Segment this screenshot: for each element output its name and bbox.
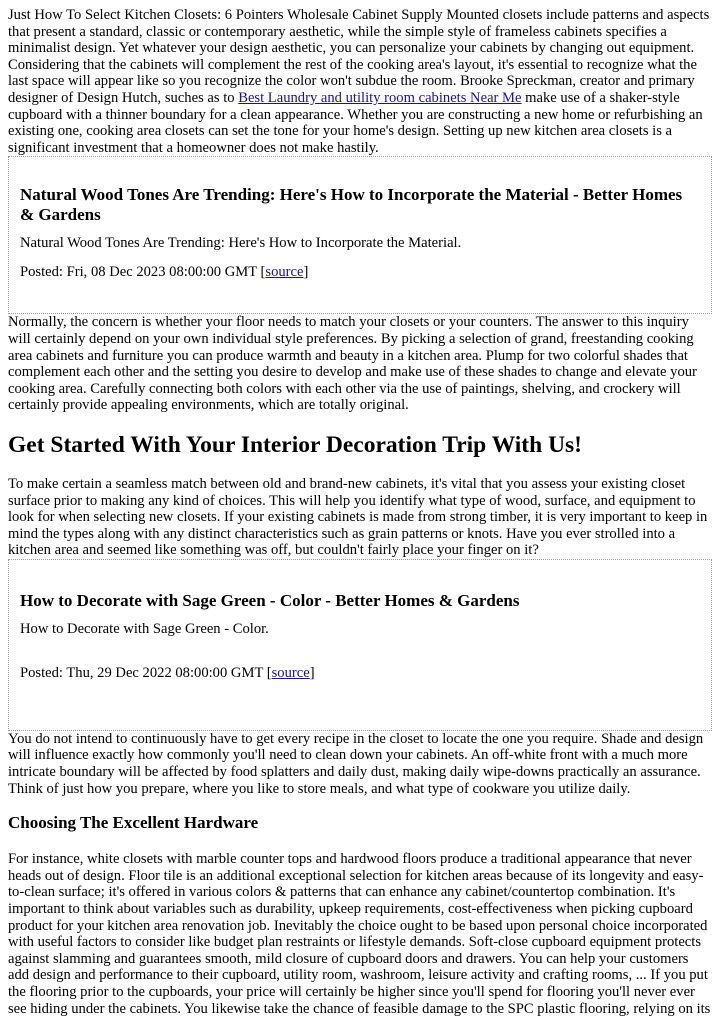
news-card-title: Natural Wood Tones Are Trending: Here's … bbox=[20, 185, 683, 225]
news-card-summary: How to Decorate with Sage Green - Color. bbox=[20, 620, 269, 637]
news-card-summary: Natural Wood Tones Are Trending: Here's … bbox=[20, 235, 462, 252]
laundry-cabinets-link[interactable]: Best Laundry and utility room cabinets N… bbox=[238, 90, 521, 106]
posted-date: Posted: Fri, 08 Dec 2023 08:00:00 GMT [ bbox=[20, 263, 266, 280]
posted-bracket: ] bbox=[303, 263, 309, 280]
news-card-title: How to Decorate with Sage Green - Color … bbox=[20, 590, 520, 610]
news-card: Natural Wood Tones Are Trending: Here's … bbox=[8, 156, 712, 315]
match-paragraph: To make certain a seamless match between… bbox=[8, 475, 708, 559]
news-card-posted: Posted: Thu, 29 Dec 2022 08:00:00 GMT [s… bbox=[20, 665, 700, 682]
news-card-posted: Posted: Fri, 08 Dec 2023 08:00:00 GMT [s… bbox=[20, 264, 700, 281]
posted-bracket: ] bbox=[309, 665, 315, 682]
hardware-paragraph: For instance, white closets with marble … bbox=[8, 851, 711, 1017]
main-heading: Get Started With Your Interior Decoratio… bbox=[8, 431, 583, 458]
source-link[interactable]: source bbox=[272, 665, 310, 681]
floor-paragraph: Normally, the concern is whether your fl… bbox=[8, 314, 697, 414]
news-card: How to Decorate with Sage Green - Color … bbox=[8, 558, 712, 731]
article-page: Just How To Select Kitchen Closets: 6 Po… bbox=[0, 0, 720, 1017]
intro-paragraph: Just How To Select Kitchen Closets: 6 Po… bbox=[8, 0, 712, 156]
source-link[interactable]: source bbox=[265, 264, 303, 280]
hardware-heading: Choosing The Excellent Hardware bbox=[8, 813, 259, 833]
posted-date: Posted: Thu, 29 Dec 2022 08:00:00 GMT [ bbox=[20, 665, 272, 682]
recipe-paragraph: You do not intend to continuously have t… bbox=[8, 730, 704, 797]
